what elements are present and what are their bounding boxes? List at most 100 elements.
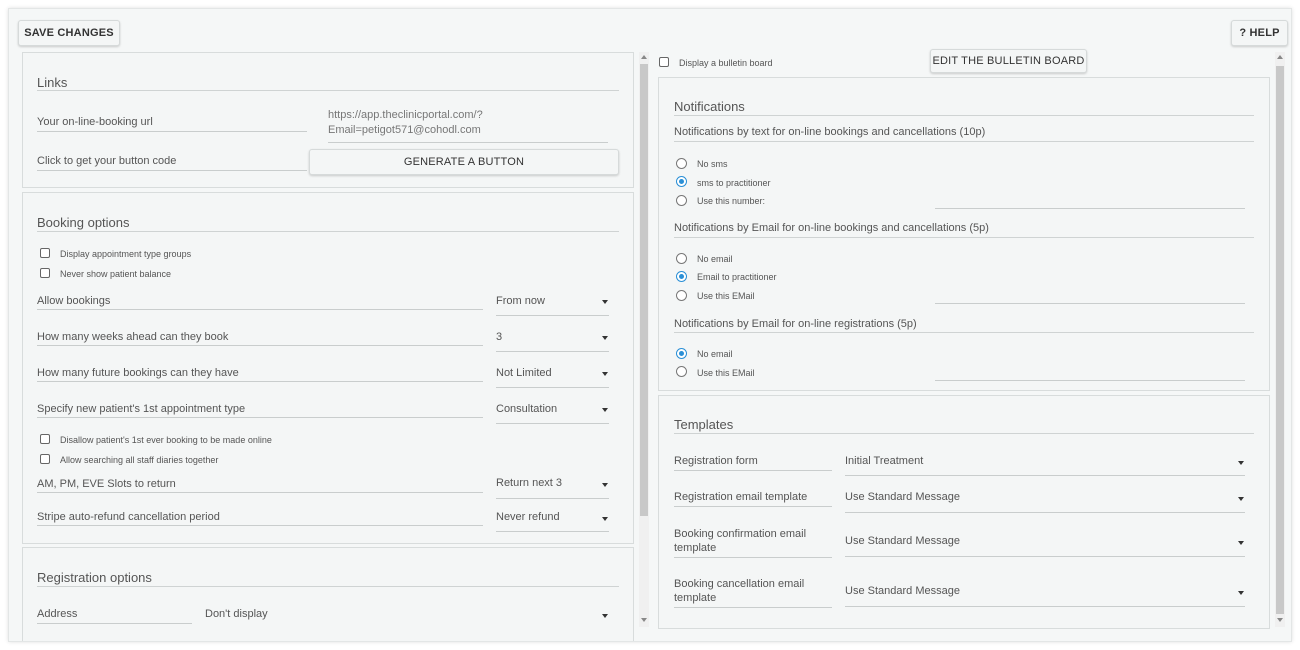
left-scrollbar-thumb[interactable] bbox=[640, 64, 648, 516]
reg-no-email-radio[interactable] bbox=[676, 348, 687, 359]
allow-bookings-label: Allow bookings bbox=[37, 295, 111, 307]
help-button[interactable]: ? HELP bbox=[1231, 20, 1288, 46]
registration-form-line bbox=[674, 470, 832, 471]
registration-email-line bbox=[674, 506, 832, 507]
stripe-refund-select-line bbox=[496, 531, 609, 532]
registration-notifications-rule bbox=[674, 332, 1254, 333]
sms-number-radio[interactable] bbox=[676, 195, 687, 206]
search-diaries-checkbox[interactable] bbox=[40, 454, 50, 464]
cancellation-email-line bbox=[674, 607, 832, 608]
bulletin-board-checkbox[interactable] bbox=[659, 57, 669, 67]
slots-select[interactable]: Return next 3 bbox=[496, 477, 562, 489]
registration-notifications-title: Notifications by Email for on-line regis… bbox=[674, 318, 917, 330]
sms-number-input[interactable] bbox=[935, 208, 1245, 209]
no-sms-label: No sms bbox=[697, 159, 728, 169]
cancellation-email-label-1: Booking cancellation email bbox=[674, 578, 805, 590]
registration-form-select[interactable]: Initial Treatment bbox=[845, 455, 923, 467]
generate-button[interactable]: GENERATE A BUTTON bbox=[309, 149, 619, 175]
booking-options-title: Booking options bbox=[37, 215, 130, 230]
registration-form-select-line bbox=[845, 475, 1245, 476]
allow-bookings-select[interactable]: From now bbox=[496, 295, 545, 307]
chevron-down-icon[interactable] bbox=[1238, 541, 1244, 545]
reg-custom-email-input[interactable] bbox=[935, 380, 1245, 381]
url-label: Your on-line-booking url bbox=[37, 116, 153, 128]
url-value-line bbox=[328, 142, 608, 143]
weeks-ahead-label: How many weeks ahead can they book bbox=[37, 331, 229, 343]
registration-email-select[interactable]: Use Standard Message bbox=[845, 491, 960, 503]
appointment-groups-checkbox[interactable] bbox=[40, 248, 50, 258]
reg-custom-email-label: Use this EMail bbox=[697, 368, 755, 378]
sms-practitioner-radio[interactable] bbox=[676, 176, 687, 187]
email-notifications-rule bbox=[674, 237, 1254, 238]
first-appointment-select-line bbox=[496, 423, 609, 424]
no-email-radio[interactable] bbox=[676, 253, 687, 264]
booking-title-rule bbox=[37, 231, 619, 232]
text-notifications-rule bbox=[674, 141, 1254, 142]
scroll-up-icon[interactable] bbox=[641, 55, 647, 59]
registration-form-label: Registration form bbox=[674, 455, 758, 467]
disallow-first-booking-checkbox[interactable] bbox=[40, 434, 50, 444]
confirmation-email-line bbox=[674, 557, 832, 558]
sms-practitioner-label: sms to practitioner bbox=[697, 178, 771, 188]
reg-no-email-label: No email bbox=[697, 349, 733, 359]
notifications-title-rule bbox=[674, 115, 1254, 116]
cancellation-email-select-line bbox=[845, 606, 1245, 607]
first-appointment-label: Specify new patient's 1st appointment ty… bbox=[37, 403, 246, 415]
scroll-up-icon[interactable] bbox=[1277, 55, 1283, 59]
notifications-title: Notifications bbox=[674, 99, 745, 114]
chevron-down-icon[interactable] bbox=[1238, 497, 1244, 501]
right-scrollbar[interactable] bbox=[1275, 52, 1285, 627]
chevron-down-icon[interactable] bbox=[602, 517, 608, 521]
save-changes-button[interactable]: SAVE CHANGES bbox=[18, 20, 120, 46]
no-sms-radio[interactable] bbox=[676, 158, 687, 169]
url-value-line1[interactable]: https://app.theclinicportal.com/? bbox=[328, 109, 483, 121]
email-custom-label: Use this EMail bbox=[697, 291, 755, 301]
patient-balance-label: Never show patient balance bbox=[60, 269, 172, 279]
no-email-label: No email bbox=[697, 254, 733, 264]
chevron-down-icon[interactable] bbox=[602, 408, 608, 412]
address-label: Address bbox=[37, 608, 78, 620]
scroll-down-icon[interactable] bbox=[641, 618, 647, 622]
button-code-label: Click to get your button code bbox=[37, 155, 177, 167]
chevron-down-icon[interactable] bbox=[602, 483, 608, 487]
registration-title-rule bbox=[37, 586, 619, 587]
url-value-line2[interactable]: Email=petigot571@cohodl.com bbox=[328, 124, 481, 136]
right-scrollbar-thumb[interactable] bbox=[1276, 66, 1284, 614]
chevron-down-icon[interactable] bbox=[602, 614, 608, 618]
weeks-ahead-select[interactable]: 3 bbox=[496, 331, 502, 343]
links-panel: Links Your on-line-booking url https://a… bbox=[22, 52, 634, 188]
scroll-down-icon[interactable] bbox=[1277, 618, 1283, 622]
registration-options-title: Registration options bbox=[37, 570, 152, 585]
reg-custom-email-radio[interactable] bbox=[676, 366, 687, 377]
left-scrollbar[interactable] bbox=[639, 52, 649, 627]
confirmation-email-select[interactable]: Use Standard Message bbox=[845, 535, 960, 547]
templates-title: Templates bbox=[674, 417, 734, 432]
text-notifications-title: Notifications by text for on-line bookin… bbox=[674, 126, 986, 138]
weeks-ahead-select-line bbox=[496, 351, 609, 352]
chevron-down-icon[interactable] bbox=[1238, 461, 1244, 465]
chevron-down-icon[interactable] bbox=[602, 336, 608, 340]
patient-balance-checkbox[interactable] bbox=[40, 268, 50, 278]
edit-bulletin-board-button[interactable]: EDIT THE BULLETIN BOARD bbox=[930, 49, 1087, 73]
chevron-down-icon[interactable] bbox=[602, 372, 608, 376]
url-label-line bbox=[37, 131, 307, 132]
chevron-down-icon[interactable] bbox=[1238, 591, 1244, 595]
email-practitioner-label: Email to practitioner bbox=[697, 272, 777, 282]
future-bookings-select-line bbox=[496, 387, 609, 388]
chevron-down-icon[interactable] bbox=[602, 300, 608, 304]
links-title-rule bbox=[37, 90, 619, 91]
templates-title-rule bbox=[674, 433, 1254, 434]
stripe-refund-select[interactable]: Never refund bbox=[496, 511, 560, 523]
future-bookings-select[interactable]: Not Limited bbox=[496, 367, 552, 379]
email-practitioner-radio[interactable] bbox=[676, 271, 687, 282]
email-custom-input[interactable] bbox=[935, 303, 1245, 304]
links-title: Links bbox=[37, 75, 68, 90]
address-select[interactable]: Don't display bbox=[205, 608, 268, 620]
disallow-first-booking-label: Disallow patient's 1st ever booking to b… bbox=[60, 435, 272, 445]
templates-panel: Templates Registration form Initial Trea… bbox=[658, 395, 1270, 629]
first-appointment-select[interactable]: Consultation bbox=[496, 403, 557, 415]
future-bookings-line bbox=[37, 381, 483, 382]
cancellation-email-select[interactable]: Use Standard Message bbox=[845, 585, 960, 597]
registration-options-panel: Registration options Address Don't displ… bbox=[22, 547, 634, 641]
email-custom-radio[interactable] bbox=[676, 290, 687, 301]
